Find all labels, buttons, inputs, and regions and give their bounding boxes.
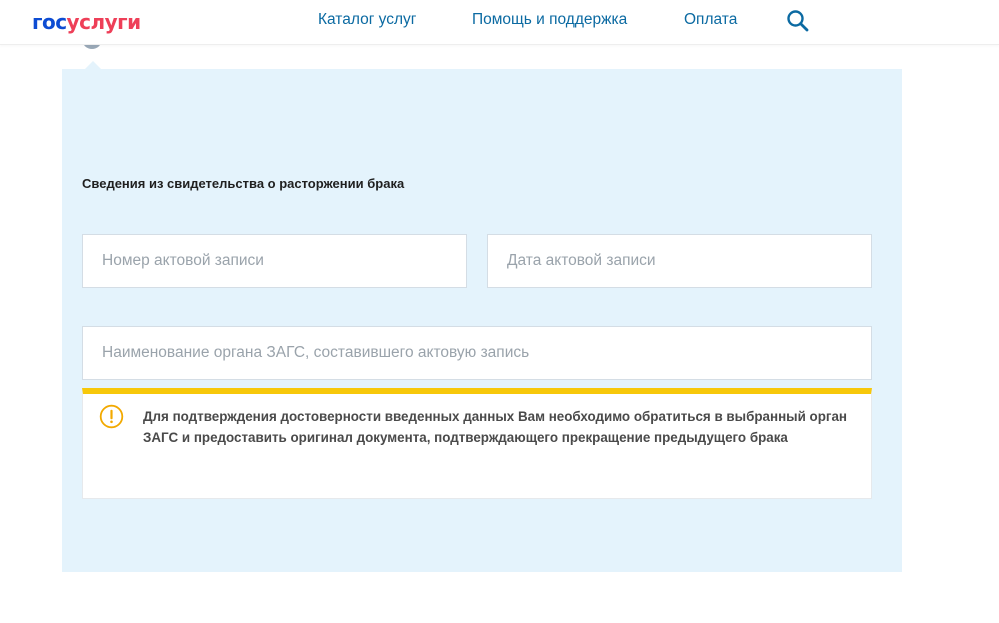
- warning-text: Для подтверждения достоверности введенны…: [143, 409, 848, 445]
- warning-notice: Для подтверждения достоверности введенны…: [82, 388, 872, 499]
- site-header: госуслуги Каталог услуг Помощь и поддерж…: [0, 0, 999, 45]
- zags-name-input[interactable]: [82, 326, 872, 380]
- record-date-input[interactable]: [487, 234, 872, 288]
- search-button[interactable]: [785, 8, 811, 34]
- exclamation-circle-icon: [99, 404, 124, 429]
- search-icon: [787, 10, 809, 32]
- gosuslugi-logo[interactable]: госуслуги: [32, 10, 141, 34]
- nav-link-payment[interactable]: Оплата: [684, 11, 737, 29]
- logo-part-uslugi: услуги: [66, 10, 142, 34]
- section-title: Сведения из свидетельства о расторжении …: [82, 176, 405, 191]
- logo-part-gos: гос: [32, 10, 67, 34]
- nav-link-help[interactable]: Помощь и поддержка: [472, 11, 627, 29]
- nav-link-catalog[interactable]: Каталог услуг: [318, 11, 416, 29]
- record-number-input[interactable]: [82, 234, 467, 288]
